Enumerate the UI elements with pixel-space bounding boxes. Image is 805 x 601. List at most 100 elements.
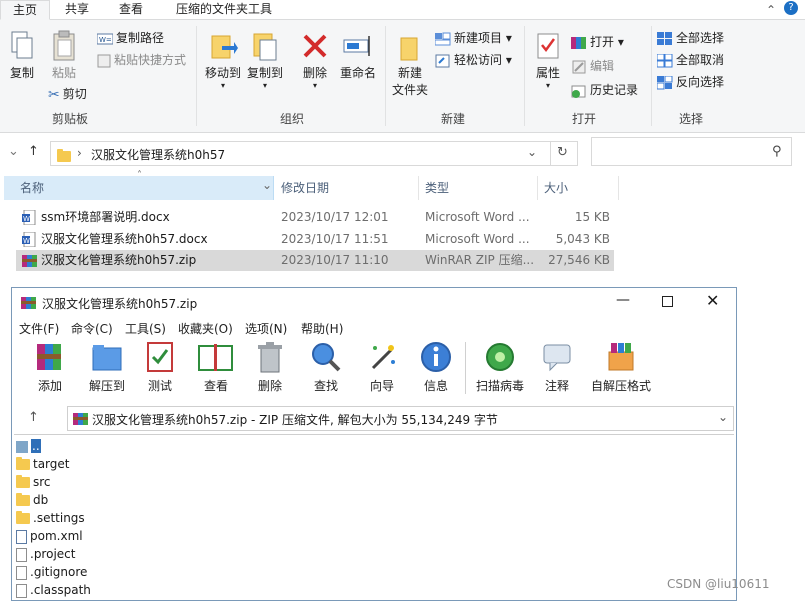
select-all-button[interactable]: 全部选择 — [657, 29, 724, 47]
archive-path-text: 汉服文化管理系统h0h57.zip - ZIP 压缩文件, 解包大小为 55,1… — [92, 413, 498, 427]
list-item[interactable]: pom.xml — [16, 527, 83, 545]
up-arrow-icon[interactable]: ↑ — [28, 144, 39, 159]
minimize-icon[interactable]: — — [616, 292, 630, 308]
info-button[interactable]: 信息 — [416, 340, 456, 394]
menu-help[interactable]: 帮助(H) — [301, 320, 343, 337]
select-none-button[interactable]: 全部取消 — [657, 51, 724, 69]
move-to-button[interactable]: 移动到 ▾ — [203, 30, 243, 90]
add-button[interactable]: 添加 — [30, 340, 70, 394]
extract-to-button[interactable]: 解压到 — [84, 340, 130, 394]
history-button[interactable]: 历史记录 — [571, 81, 638, 99]
file-row-selected[interactable]: 汉服文化管理系统h0h57.zip 2023/10/17 11:10 WinRA… — [16, 250, 614, 271]
breadcrumb-separator-icon: › — [77, 146, 82, 160]
search-input[interactable]: ⚲ — [591, 137, 792, 166]
maximize-icon[interactable] — [662, 296, 673, 307]
file-size: 5,043 KB — [555, 232, 610, 246]
list-item[interactable]: .gitignore — [16, 563, 87, 581]
properties-button[interactable]: 属性 ▾ — [530, 30, 566, 90]
group-label-organize: 组织 — [279, 112, 304, 126]
path-dropdown-icon[interactable]: ⌄ — [527, 145, 537, 159]
archive-path-box[interactable]: 汉服文化管理系统h0h57.zip - ZIP 压缩文件, 解包大小为 55,1… — [67, 406, 734, 431]
menu-favorites[interactable]: 收藏夹(O) — [178, 320, 233, 337]
scan-virus-button[interactable]: 扫描病毒 — [474, 340, 526, 394]
file-date: 2023/10/17 12:01 — [281, 210, 389, 224]
invert-selection-button[interactable]: 反向选择 — [657, 73, 724, 91]
delete-archive-button[interactable]: 删除 — [252, 340, 288, 394]
file-row[interactable]: W 汉服文化管理系统h0h57.docx 2023/10/17 11:51 Mi… — [16, 229, 614, 250]
easy-access-icon — [435, 54, 450, 67]
list-item[interactable]: .classpath — [16, 581, 91, 599]
easy-access-button[interactable]: 轻松访问 ▾ — [435, 51, 512, 69]
test-icon — [147, 342, 173, 372]
test-button[interactable]: 测试 — [142, 340, 178, 394]
winrar-app-icon — [21, 297, 36, 309]
comment-button[interactable]: 注释 — [539, 340, 575, 394]
column-header: 名称 ˄ ⌄ 修改日期 类型 大小 — [0, 170, 620, 200]
new-folder-button[interactable]: 新建 文件夹 — [389, 30, 431, 98]
help-icon[interactable]: ? — [784, 1, 798, 15]
edit-button[interactable]: 编辑 — [571, 57, 614, 75]
path-dropdown-icon[interactable]: ⌄ — [718, 410, 728, 424]
list-item[interactable]: src — [16, 473, 51, 491]
menu-file[interactable]: 文件(F) — [19, 320, 59, 337]
menu-tools[interactable]: 工具(S) — [125, 320, 166, 337]
column-type[interactable]: 类型 — [419, 176, 537, 200]
watermark: CSDN @liu10611 — [667, 577, 770, 591]
wizard-button[interactable]: 向导 — [362, 340, 402, 394]
copy-icon — [11, 31, 33, 59]
list-item[interactable]: db — [16, 491, 48, 509]
column-dropdown-icon[interactable]: ⌄ — [262, 178, 272, 192]
xml-file-icon — [16, 529, 27, 544]
open-button[interactable]: 打开 ▾ — [571, 33, 624, 51]
breadcrumb-path[interactable]: 汉服文化管理系统h0h57 — [91, 146, 225, 163]
view-button[interactable]: 查看 — [194, 340, 238, 394]
tab-compressed-tools[interactable]: 压缩的文件夹工具 — [166, 0, 282, 20]
sfx-button[interactable]: 自解压格式 — [589, 340, 653, 394]
rename-button[interactable]: 重命名 — [336, 30, 380, 81]
move-to-icon — [211, 35, 238, 59]
folder-icon — [16, 493, 30, 506]
column-size[interactable]: 大小 — [538, 176, 618, 200]
up-arrow-icon[interactable]: ↑ — [28, 410, 39, 425]
paste-shortcut-button[interactable]: 粘贴快捷方式 — [97, 51, 186, 69]
sort-ascending-icon: ˄ — [137, 170, 142, 181]
tab-share[interactable]: 共享 — [56, 0, 98, 20]
tab-home[interactable]: 主页 — [0, 0, 50, 20]
back-icon[interactable]: ⌄ — [8, 144, 19, 159]
parent-folder-icon — [16, 440, 28, 453]
file-name: 汉服文化管理系统h0h57.zip — [41, 253, 197, 267]
paste-shortcut-icon — [97, 54, 111, 67]
comment-icon — [543, 344, 571, 372]
file-name: ssm环境部署说明.docx — [41, 210, 170, 224]
scissors-icon: ✂ — [48, 86, 60, 103]
word-file-icon: W — [22, 210, 36, 225]
ribbon: 复制 粘贴 W= 复制路径 粘贴快捷方式 ✂ 剪切 剪贴板 移动到 ▾ 复制到 ▾ 删除… — [0, 20, 805, 133]
close-icon[interactable]: ✕ — [706, 291, 719, 310]
delete-button[interactable]: 删除 ▾ — [297, 30, 333, 90]
column-date[interactable]: 修改日期 — [275, 176, 418, 200]
copy-to-button[interactable]: 复制到 ▾ — [245, 30, 285, 90]
refresh-icon[interactable]: ↻ — [557, 145, 568, 160]
select-none-icon — [657, 53, 673, 67]
file-row[interactable]: W ssm环境部署说明.docx 2023/10/17 12:01 Micros… — [16, 207, 614, 228]
copy-path-button[interactable]: W= 复制路径 — [97, 29, 164, 47]
new-item-button[interactable]: 新建项目 ▾ — [435, 29, 512, 47]
paste-button[interactable]: 粘贴 — [48, 30, 80, 81]
list-item[interactable]: .project — [16, 545, 75, 563]
list-item[interactable]: target — [16, 455, 70, 473]
tab-view[interactable]: 查看 — [110, 0, 152, 20]
file-type: WinRAR ZIP 压缩... — [425, 253, 533, 267]
cut-button[interactable]: ✂ 剪切 — [48, 85, 87, 103]
file-date: 2023/10/17 11:51 — [281, 232, 389, 246]
file-icon — [16, 547, 27, 562]
ribbon-tab-bar: 主页 共享 查看 压缩的文件夹工具 ⌃ ? — [0, 0, 805, 20]
copy-button[interactable]: 复制 — [6, 30, 38, 81]
list-item[interactable]: .settings — [16, 509, 85, 527]
menu-command[interactable]: 命令(C) — [71, 320, 113, 337]
find-button[interactable]: 查找 — [306, 340, 346, 394]
path-box[interactable]: › 汉服文化管理系统h0h57 ⌄ ↻ — [50, 141, 578, 166]
list-item-parent[interactable]: .. — [16, 437, 41, 455]
group-separator — [385, 26, 386, 126]
ribbon-collapse-icon[interactable]: ⌃ — [766, 3, 776, 17]
menu-options[interactable]: 选项(N) — [245, 320, 287, 337]
